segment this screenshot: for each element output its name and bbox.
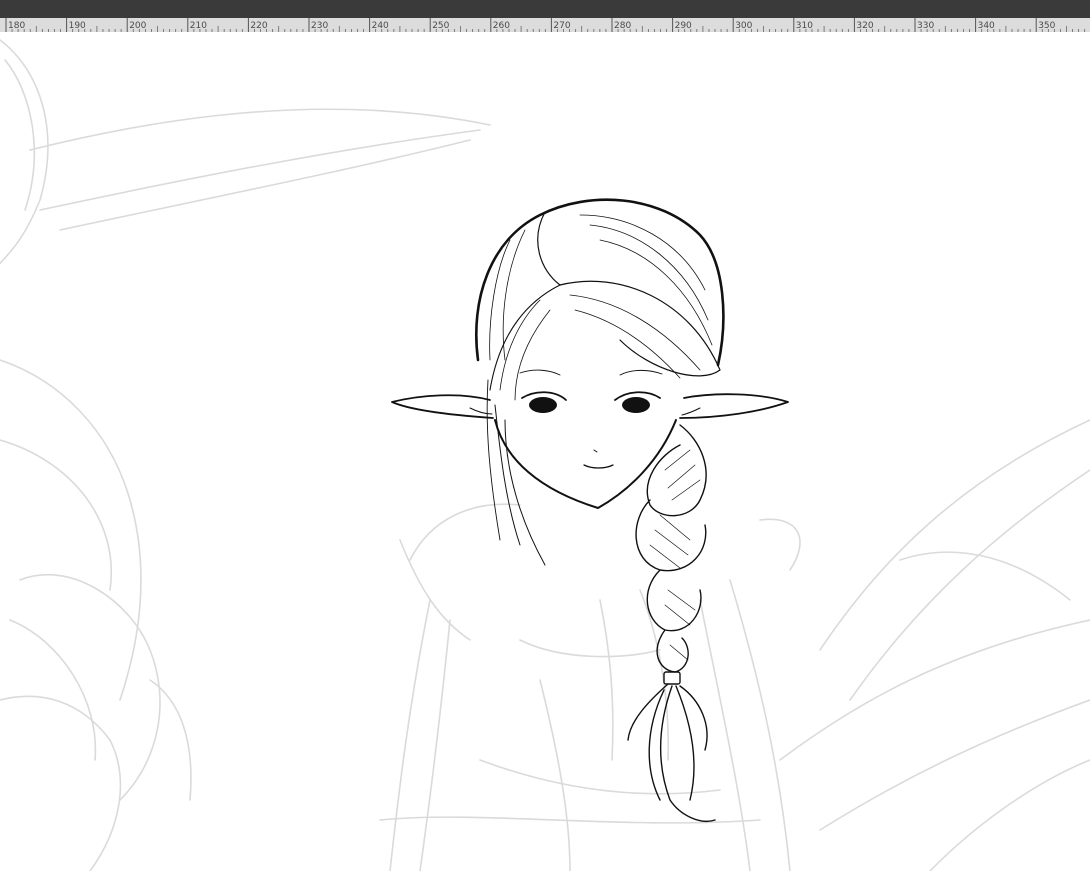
- left-eye: [529, 397, 557, 413]
- braid: [627, 424, 716, 822]
- rough-sketch-layer: [0, 39, 1090, 871]
- left-ear: [391, 394, 494, 419]
- horizontal-ruler[interactable]: 180 190 200 210 220 230 240 250 260 270 280 290 300 3…: [0, 18, 1090, 32]
- ruler-label: 200: [129, 21, 146, 31]
- inked-character: [391, 198, 789, 822]
- ruler-label: 250: [432, 21, 449, 31]
- ruler-label: 220: [250, 21, 267, 31]
- ruler-label: 210: [190, 21, 207, 31]
- ruler-label: 240: [372, 21, 389, 31]
- ruler-label: 320: [856, 21, 873, 31]
- mouth: [583, 464, 614, 469]
- ruler-label: 310: [796, 21, 813, 31]
- ruler-scale: 180 190 200 210 220 230 240 250 260 270 280 290 300 3…: [5, 18, 1086, 32]
- right-eye: [622, 397, 650, 413]
- ruler-label: 350: [1038, 21, 1055, 31]
- artwork: [0, 39, 1090, 871]
- ruler-label: 180: [8, 21, 25, 31]
- ruler-label: 260: [493, 21, 510, 31]
- face-outline: [494, 419, 677, 509]
- ruler-label: 340: [978, 21, 995, 31]
- ruler-label: 330: [917, 21, 934, 31]
- ruler-label: 230: [311, 21, 328, 31]
- drawing-canvas[interactable]: [0, 32, 1090, 871]
- right-ear: [679, 393, 789, 419]
- app-top-bar: [0, 0, 1090, 18]
- nose: [593, 449, 598, 453]
- ruler-label: 190: [69, 21, 86, 31]
- ruler-label: 280: [614, 21, 631, 31]
- ruler-label: 270: [553, 21, 570, 31]
- ruler-label: 300: [735, 21, 752, 31]
- ruler-label: 290: [675, 21, 692, 31]
